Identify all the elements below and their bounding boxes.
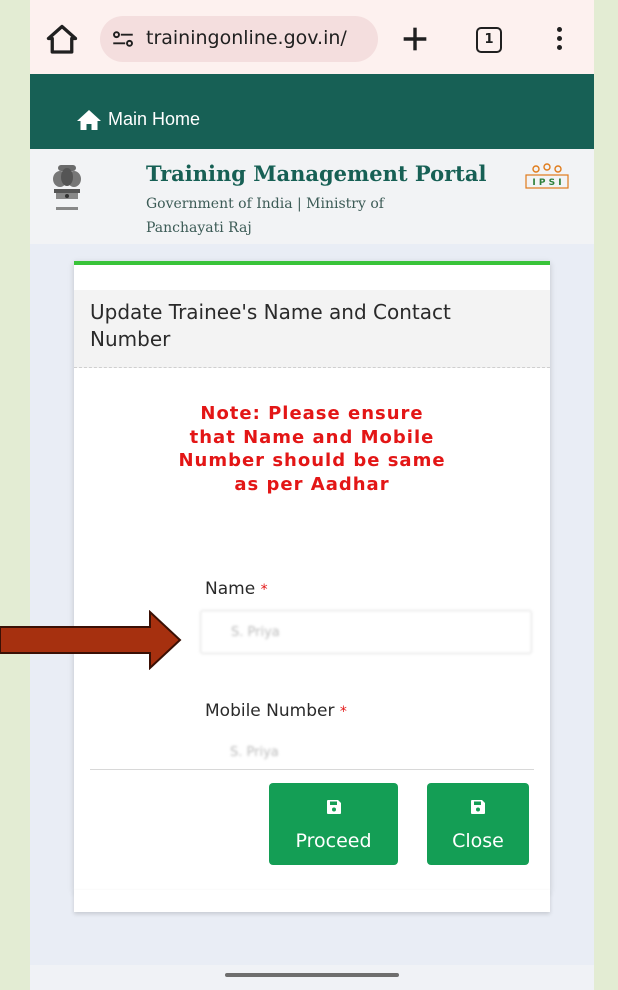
main-home-link[interactable]: Main Home (108, 109, 200, 130)
site-info-icon[interactable] (110, 26, 136, 52)
required-asterisk: * (260, 582, 268, 598)
more-vert-icon[interactable] (548, 24, 572, 54)
plus-icon[interactable] (398, 22, 432, 56)
url-text[interactable]: trainingonline.gov.in/ (146, 27, 347, 49)
save-icon (471, 800, 485, 814)
required-asterisk: * (339, 704, 347, 720)
portal-title: Training Management Portal (146, 161, 487, 186)
save-icon (326, 800, 341, 814)
mobile-label-text: Mobile Number (205, 701, 335, 721)
mobile-number-input[interactable]: S. Priya (230, 745, 279, 760)
proceed-button[interactable]: Proceed (269, 783, 398, 865)
portal-header: Training Management Portal Government of… (30, 149, 594, 244)
home-outline-icon[interactable] (44, 22, 80, 58)
url-bar[interactable]: trainingonline.gov.in/ (100, 16, 378, 62)
home-gesture-bar[interactable] (225, 973, 399, 977)
site-navbar: Main Home (30, 74, 594, 149)
portal-subtitle: Government of India | Ministry of Pancha… (146, 196, 384, 236)
svg-text:I P S I: I P S I (532, 178, 561, 188)
name-input[interactable] (200, 610, 532, 654)
modal-header: Update Trainee's Name and Contact Number (74, 290, 550, 368)
phone-screen: trainingonline.gov.in/ 1 Main Home Train… (30, 0, 594, 990)
close-button[interactable]: Close (427, 783, 529, 865)
aadhar-note: Note: Please ensure that Name and Mobile… (178, 403, 446, 495)
modal-footer-divider (90, 769, 534, 770)
emblem-icon (53, 165, 81, 210)
proceed-label: Proceed (295, 830, 372, 852)
browser-toolbar: trainingonline.gov.in/ 1 (30, 0, 594, 74)
ips-logo-icon: I P S I (525, 163, 569, 189)
card-shadow-strip (74, 890, 550, 912)
home-icon[interactable] (76, 108, 102, 132)
update-trainee-modal: Update Trainee's Name and Contact Number… (74, 261, 550, 891)
gesture-area (30, 965, 594, 990)
arrow-right-icon (0, 610, 182, 670)
name-label-text: Name (205, 579, 256, 599)
close-label: Close (452, 830, 504, 852)
name-label: Name * (205, 579, 268, 599)
mobile-label: Mobile Number * (205, 701, 347, 721)
modal-title: Update Trainee's Name and Contact Number (90, 300, 451, 351)
tabs-icon[interactable]: 1 (476, 27, 502, 53)
